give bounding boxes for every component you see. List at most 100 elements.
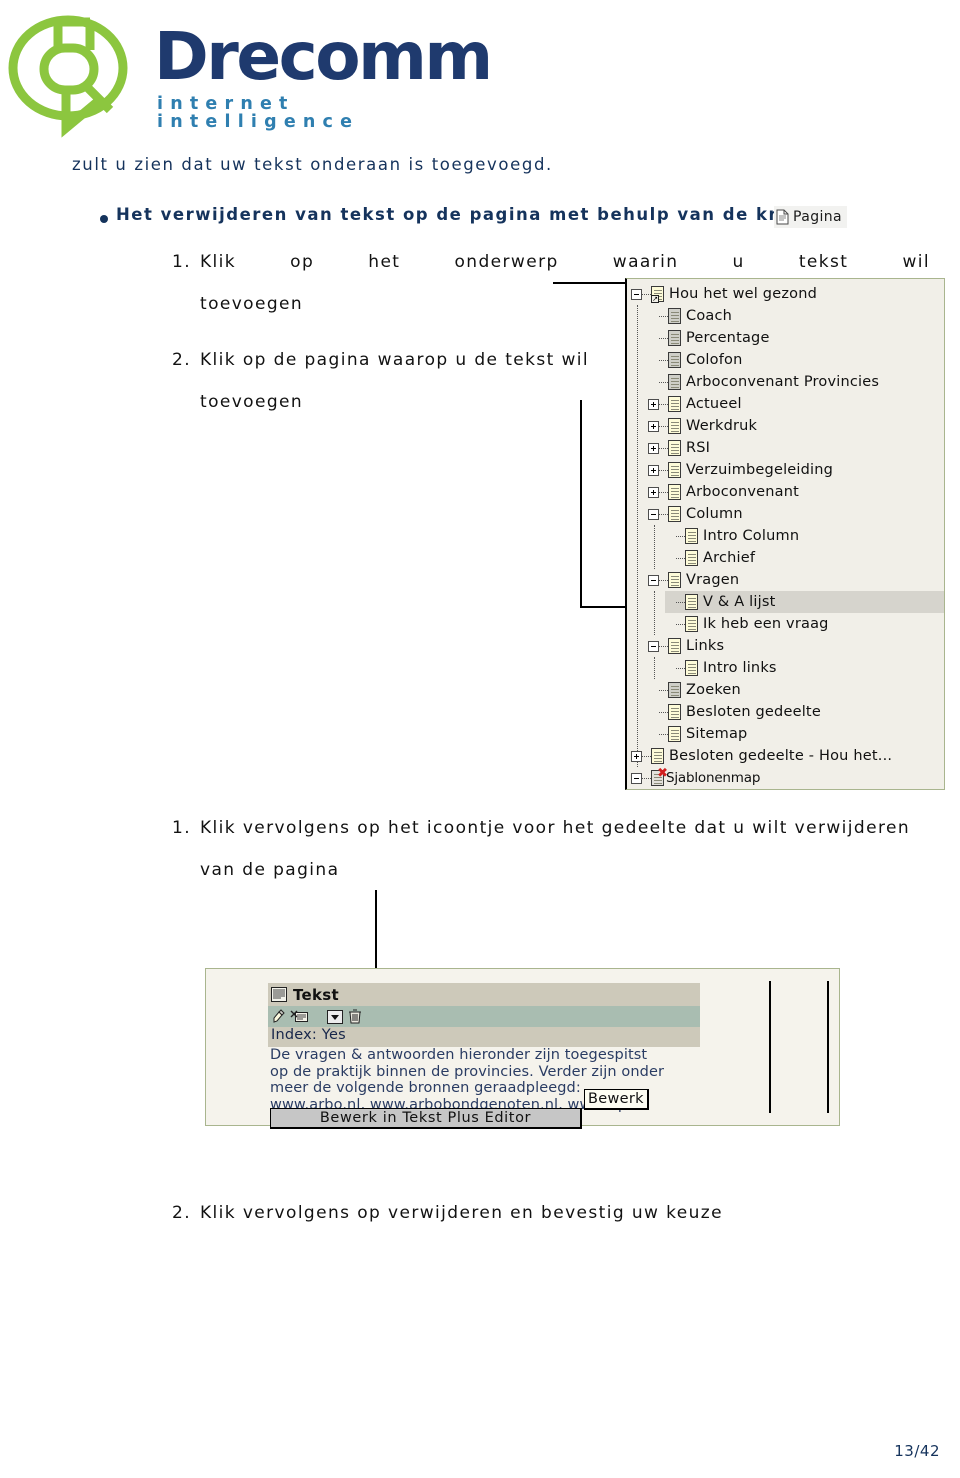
site-structure-tree[interactable]: ↗ Hou het wel gezond Coach Percentage Colofo… <box>625 278 945 790</box>
page-icon[interactable] <box>685 660 698 676</box>
dropdown-arrow-icon[interactable] <box>327 1009 343 1024</box>
shortcut-marker-icon: ↗ <box>651 295 659 303</box>
tree-rail-level-1 <box>637 305 638 767</box>
tree-connector-icon <box>659 359 668 361</box>
tree-item-label: Colofon <box>686 352 743 368</box>
tree-item[interactable]: Actueel <box>648 393 944 415</box>
bewerk-tooltip: Bewerk <box>584 1089 649 1110</box>
tekst-panel-toolbar[interactable] <box>268 1006 700 1027</box>
tree-expand-icon[interactable] <box>648 442 659 454</box>
tree-item-label: Besloten gedeelte - Hou het... <box>669 748 893 764</box>
pagina-chip-label: Pagina <box>793 209 843 225</box>
page-icon[interactable] <box>668 330 681 346</box>
page-icon[interactable] <box>651 748 664 764</box>
tree-expand-icon[interactable] <box>631 750 642 762</box>
tree-connector-icon <box>659 689 668 691</box>
page-icon[interactable] <box>668 638 681 654</box>
tree-rail-level-2-links <box>654 657 655 679</box>
page-icon[interactable] <box>685 594 698 610</box>
tree-connector-icon <box>659 315 668 317</box>
tree-item-label: Coach <box>686 308 733 324</box>
trash-icon[interactable] <box>348 1009 362 1024</box>
page-icon[interactable] <box>668 374 681 390</box>
tree-item[interactable]: Vragen <box>648 569 944 591</box>
tree-item-label: Arboconvenant <box>686 484 800 500</box>
tree-collapse-icon[interactable] <box>631 288 642 300</box>
page-icon[interactable] <box>668 506 681 522</box>
page-icon[interactable] <box>685 528 698 544</box>
bewerk-in-tekst-plus-editor-button[interactable]: Bewerk in Tekst Plus Editor <box>270 1108 582 1129</box>
tree-item[interactable]: Sitemap <box>648 723 944 745</box>
tekst-panel-index-value: Index: Yes <box>268 1027 700 1047</box>
tree-item[interactable]: Intro links <box>665 657 944 679</box>
tree-item[interactable]: V & A lijst <box>665 591 944 613</box>
tree-item[interactable]: Werkdruk <box>648 415 944 437</box>
tree-item[interactable]: Links <box>648 635 944 657</box>
page-icon[interactable] <box>685 616 698 632</box>
page-icon[interactable] <box>668 352 681 368</box>
page-icon[interactable] <box>668 396 681 412</box>
tree-item[interactable]: RSI <box>648 437 944 459</box>
logo-wordmark: Drecomm <box>154 18 493 95</box>
tree-collapse-icon[interactable] <box>648 508 659 520</box>
tree-item[interactable]: Ik heb een vraag <box>665 613 944 635</box>
page-icon[interactable] <box>668 462 681 478</box>
tree-item[interactable]: ↗ Hou het wel gezond <box>631 283 944 305</box>
page-icon[interactable] <box>668 572 681 588</box>
pagina-button-image[interactable]: Pagina <box>774 206 848 228</box>
tree-item[interactable]: ✖ Sjablonenmap <box>631 767 944 789</box>
tree-item-label: RSI <box>686 440 711 456</box>
tree-connector-icon <box>659 447 668 449</box>
step-1-text: Klik op het onderwerp waarin u tekst wil <box>200 252 930 272</box>
tree-item[interactable]: Colofon <box>648 349 944 371</box>
tree-item[interactable]: Verzuimbegeleiding <box>648 459 944 481</box>
delete-marker-icon: ✖ <box>657 766 668 781</box>
step-1-number: 1. <box>172 252 192 272</box>
page-deleted-icon[interactable]: ✖ <box>651 767 668 786</box>
tree-item[interactable]: Intro Column <box>665 525 944 547</box>
tree-connector-icon <box>659 579 668 581</box>
tree-expand-icon[interactable] <box>648 420 659 432</box>
tree-item-label: Sjablonenmap <box>666 770 761 786</box>
tree-item[interactable]: Besloten gedeelte <box>648 701 944 723</box>
tree-item[interactable]: Archief <box>665 547 944 569</box>
step-3-continuation: van de pagina <box>200 860 340 880</box>
tree-item-label: Intro Column <box>703 528 800 544</box>
tree-item[interactable]: Coach <box>648 305 944 327</box>
tree-collapse-icon[interactable] <box>648 640 659 652</box>
tree-collapse-icon[interactable] <box>648 574 659 586</box>
page-icon[interactable] <box>668 440 681 456</box>
tree-item[interactable]: Zoeken <box>648 679 944 701</box>
tree-item[interactable]: Arboconvenant <box>648 481 944 503</box>
tekst-block-panel[interactable]: Tekst Index: Yes De vragen & antwoorden … <box>205 968 840 1129</box>
drecomm-q-mark-icon <box>8 15 128 138</box>
tree-expand-icon[interactable] <box>648 486 659 498</box>
tree-item-label: Hou het wel gezond <box>669 286 817 302</box>
text-block-icon <box>271 987 287 1002</box>
tree-item[interactable]: Percentage <box>648 327 944 349</box>
page-icon[interactable] <box>685 550 698 566</box>
page-icon[interactable] <box>668 704 681 720</box>
tree-item-label: Actueel <box>686 396 742 412</box>
tekst-panel-title: Tekst <box>293 985 339 1004</box>
tree-item[interactable]: Column <box>648 503 944 525</box>
edit-list-icon[interactable] <box>290 1009 308 1024</box>
step-2-text: Klik op de pagina waarop u de tekst wil <box>200 350 590 370</box>
tree-connector-icon <box>659 491 668 493</box>
tree-connector-icon <box>659 733 668 735</box>
page-icon[interactable] <box>668 308 681 324</box>
pencil-icon[interactable] <box>271 1009 285 1024</box>
tree-item[interactable]: Arboconvenant Provincies <box>648 371 944 393</box>
tree-item-label: V & A lijst <box>703 594 776 610</box>
tree-connector-icon <box>642 755 651 757</box>
tree-collapse-icon[interactable] <box>631 772 642 784</box>
page-icon[interactable] <box>668 726 681 742</box>
page-icon[interactable] <box>668 484 681 500</box>
page-shortcut-icon[interactable]: ↗ <box>651 286 664 303</box>
tree-expand-icon[interactable] <box>648 398 659 410</box>
page-icon[interactable] <box>668 682 681 698</box>
tekst-panel-inner: Tekst Index: Yes De vragen & antwoorden … <box>268 977 829 1129</box>
tree-expand-icon[interactable] <box>648 464 659 476</box>
tree-item[interactable]: Besloten gedeelte - Hou het... <box>631 745 944 767</box>
page-icon[interactable] <box>668 418 681 434</box>
